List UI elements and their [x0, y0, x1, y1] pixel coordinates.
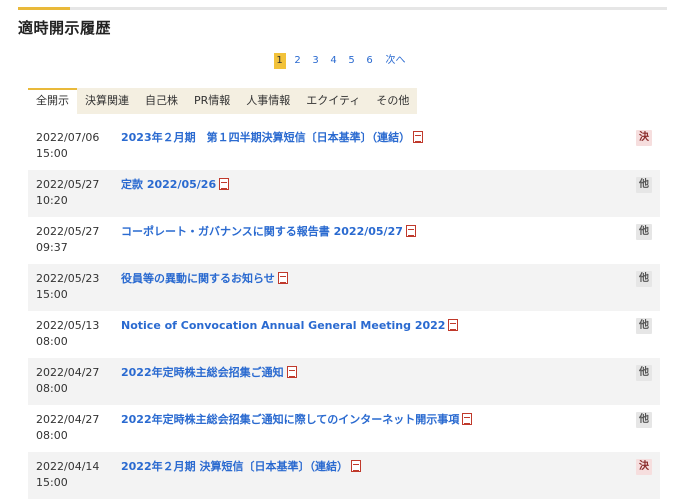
disclosure-title-link[interactable]: 定款 2022/05/26 — [121, 177, 621, 193]
pdf-icon — [405, 225, 416, 237]
category-badge: 他 — [636, 412, 652, 428]
pdf-icon — [277, 272, 288, 284]
disclosure-title-link[interactable]: 2022年２月期 決算短信〔日本基準〕（連結） — [121, 459, 621, 475]
disclosure-datetime: 2022/07/06 15:00 — [36, 131, 100, 160]
section-title: 適時開示履歴 — [18, 19, 112, 37]
list-item: 2022/04/14 15:00 2022年２月期 決算短信〔日本基準〕（連結） … — [28, 452, 660, 499]
category-badge: 決 — [636, 130, 652, 146]
disclosure-list: 2022/07/06 15:00 2023年２月期 第１四半期決算短信〔日本基準〕… — [28, 123, 660, 499]
pdf-icon — [462, 413, 473, 425]
page-3[interactable]: 3 — [310, 53, 322, 69]
disclosure-datetime: 2022/05/13 08:00 — [36, 319, 100, 348]
disclosure-datetime: 2022/05/27 10:20 — [36, 178, 100, 207]
list-item: 2022/05/23 15:00 役員等の異動に関するお知らせ 他 — [28, 264, 660, 311]
disclosure-history-panel: 適時開示履歴 1 2 3 4 5 6 次へ 全開示 決算関連 自己株 PR情報 … — [0, 0, 679, 500]
disclosure-title-link[interactable]: 2023年２月期 第１四半期決算短信〔日本基準〕（連結） — [121, 130, 621, 146]
category-badge: 他 — [636, 318, 652, 334]
page-6[interactable]: 6 — [364, 53, 376, 69]
list-item: 2022/05/27 10:20 定款 2022/05/26 他 — [28, 170, 660, 217]
list-item: 2022/04/27 08:00 2022年定時株主総会招集ご通知 他 — [28, 358, 660, 405]
disclosure-datetime: 2022/05/23 15:00 — [36, 272, 100, 301]
page-5[interactable]: 5 — [346, 53, 358, 69]
pdf-icon — [350, 460, 361, 472]
list-item: 2022/07/06 15:00 2023年２月期 第１四半期決算短信〔日本基準〕… — [28, 123, 660, 170]
category-badge: 他 — [636, 271, 652, 287]
disclosure-datetime: 2022/04/14 15:00 — [36, 460, 100, 489]
disclosure-title-link[interactable]: Notice of Convocation Annual General Mee… — [121, 318, 621, 334]
category-badge: 他 — [636, 177, 652, 193]
tab-treasury-stock[interactable]: 自己株 — [137, 88, 186, 114]
pdf-icon — [448, 319, 459, 331]
list-item: 2022/05/13 08:00 Notice of Convocation An… — [28, 311, 660, 358]
tab-all[interactable]: 全開示 — [28, 88, 77, 114]
top-divider — [18, 7, 667, 10]
disclosure-title-link[interactable]: 2022年定時株主総会招集ご通知に際してのインターネット開示事項 — [121, 412, 621, 428]
top-divider-accent — [18, 7, 70, 10]
page-4[interactable]: 4 — [328, 53, 340, 69]
disclosure-datetime: 2022/04/27 08:00 — [36, 366, 100, 395]
pagination: 1 2 3 4 5 6 次へ — [0, 53, 679, 69]
pdf-icon — [413, 131, 424, 143]
disclosure-datetime: 2022/04/27 08:00 — [36, 413, 100, 442]
disclosure-datetime: 2022/05/27 09:37 — [36, 225, 100, 254]
next-page-link[interactable]: 次へ — [386, 53, 406, 69]
tab-equity[interactable]: エクイティ — [298, 88, 368, 114]
category-tabs: 全開示 決算関連 自己株 PR情報 人事情報 エクイティ その他 — [28, 88, 418, 114]
page-1[interactable]: 1 — [273, 53, 286, 69]
tab-other[interactable]: その他 — [368, 88, 417, 114]
disclosure-title-link[interactable]: 2022年定時株主総会招集ご通知 — [121, 365, 621, 381]
pdf-icon — [286, 366, 297, 378]
page-2[interactable]: 2 — [292, 53, 304, 69]
tab-earnings[interactable]: 決算関連 — [77, 88, 137, 114]
pdf-icon — [219, 178, 230, 190]
category-badge: 決 — [636, 459, 652, 475]
category-badge: 他 — [636, 224, 652, 240]
disclosure-title-link[interactable]: コーポレート・ガバナンスに関する報告書 2022/05/27 — [121, 224, 621, 240]
list-item: 2022/05/27 09:37 コーポレート・ガバナンスに関する報告書 2022… — [28, 217, 660, 264]
disclosure-title-link[interactable]: 役員等の異動に関するお知らせ — [121, 271, 621, 287]
list-item: 2022/04/27 08:00 2022年定時株主総会招集ご通知に際してのインタ… — [28, 405, 660, 452]
category-badge: 他 — [636, 365, 652, 381]
tab-personnel[interactable]: 人事情報 — [238, 88, 298, 114]
tab-pr[interactable]: PR情報 — [186, 88, 238, 114]
